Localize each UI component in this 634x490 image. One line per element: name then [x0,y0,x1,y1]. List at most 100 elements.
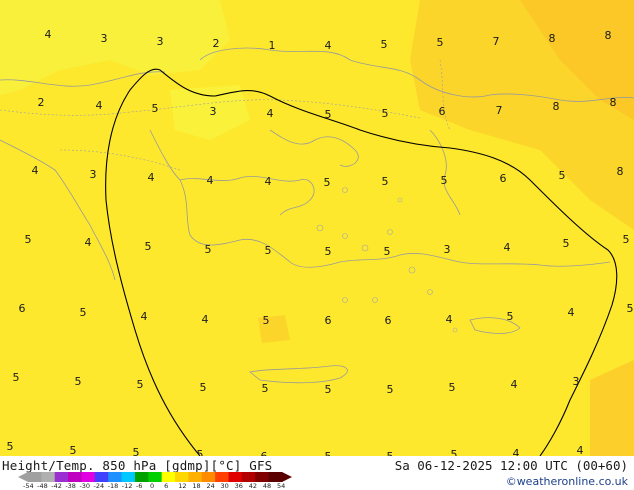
temperature-label: 3 [90,168,97,181]
scale-tick-label: 54 [277,482,286,490]
temperature-label: 5 [152,102,159,115]
temperature-label: 5 [382,175,389,188]
temperature-label: 4 [513,447,520,456]
temperature-label: 8 [610,96,617,109]
scale-swatch [201,472,216,482]
temperature-label: 5 [623,233,630,246]
temperature-label: 5 [437,36,444,49]
valid-time: Sa 06-12-2025 12:00 UTC (00+60) [394,458,628,473]
weather-map: 4 3 3 2 1 4 5 5 7 8 8 2 4 5 3 4 5 5 6 7 8 8 4 3 4 4 4 5 5 5 6 5 8 5 4 5 5 5 5 5… [0,0,634,456]
temperature-label: 5 [197,448,204,456]
temperature-label: 4 [202,313,209,326]
temperature-label: 5 [265,244,272,257]
scale-tick-label: 18 [192,482,201,490]
scale-swatch [68,472,82,482]
temperature-label: 5 [262,382,269,395]
temperature-label: 2 [38,96,45,109]
color-scale-bar [18,472,292,482]
scale-tick-label: -24 [93,482,105,490]
temperature-label: 7 [493,35,500,48]
temperature-label: 5 [382,107,389,120]
scale-tick-label: -12 [121,482,133,490]
temperature-label: 5 [200,381,207,394]
temperature-label: 5 [384,245,391,258]
temperature-label: 5 [70,444,77,456]
temperature-label: 5 [563,237,570,250]
scale-swatch [188,472,203,482]
temperature-label: 4 [446,313,453,326]
temperature-label: 5 [145,240,152,253]
temperature-label: 4 [148,171,155,184]
temperature-label: 2 [213,37,220,50]
scale-swatch [148,472,163,482]
temperature-label: 4 [207,174,214,187]
temperature-label: 5 [381,38,388,51]
temperature-label: 5 [263,314,270,327]
temperature-label: 5 [75,375,82,388]
scale-arrow-right [282,472,292,482]
temperature-label: 4 [504,241,511,254]
scale-tick-label: -30 [79,482,91,490]
temperature-label: 4 [265,175,272,188]
scale-swatch [108,472,123,482]
scale-tick-label: -42 [51,482,62,490]
scale-tick-label: -38 [65,482,76,490]
temperature-label: 4 [141,310,148,323]
scale-swatch [121,472,136,482]
scale-swatch [268,472,283,482]
scale-tick-label: -18 [107,482,119,490]
temperature-label: 8 [549,32,556,45]
scale-tick-label: 48 [262,482,272,490]
scale-tick-label: -54 [23,482,34,490]
temperature-label: 6 [385,314,392,327]
temperature-label: 4 [85,236,92,249]
map-title: Height/Temp. 850 hPa [gdmp][°C] GFS [2,458,273,473]
scale-swatch [28,472,42,482]
temperature-label: 5 [7,440,14,453]
scale-tick-label: 30 [220,482,229,490]
scale-swatch [161,472,176,482]
temperature-label: 8 [553,100,560,113]
temperature-label: 6 [439,105,446,118]
temperature-label: 3 [101,32,108,45]
scale-tick-label: 0 [150,482,155,490]
temperature-label: 5 [325,245,332,258]
temperature-label: 5 [13,371,20,384]
temperature-label: 5 [387,383,394,396]
scale-swatch [255,472,270,482]
temperature-label: 3 [210,105,217,118]
temperature-label: 5 [325,383,332,396]
scale-tick-label: 24 [206,482,215,490]
temperature-label: 4 [45,28,52,41]
map-canvas: 4 3 3 2 1 4 5 5 7 8 8 2 4 5 3 4 5 5 6 7 8 8 4 3 4 4 4 5 5 5 6 5 8 5 4 5 5 5 5 5… [0,0,634,456]
temperature-label: 4 [96,99,103,112]
scale-swatch [54,472,69,482]
scale-swatch [215,472,230,482]
temperature-label: 5 [324,176,331,189]
temperature-label: 5 [507,310,514,323]
scale-arrow-left [18,472,28,482]
temperature-label: 3 [573,375,580,388]
temperature-label: 5 [449,381,456,394]
credit-link[interactable]: ©weatheronline.co.uk [506,475,628,488]
scale-tick-label: 36 [234,482,243,490]
scale-swatch [94,472,109,482]
temperature-label: 4 [32,164,39,177]
temperature-label: 8 [617,165,624,178]
scale-swatch [228,472,243,482]
scale-tick-label: 6 [164,482,169,490]
scale-tick-label: -6 [135,482,143,490]
temperature-label: 4 [267,107,274,120]
temperature-label: 5 [137,378,144,391]
temperature-label: 5 [325,108,332,121]
temperature-label: 5 [441,174,448,187]
color-scale-ticks: -54 -48 -42 -38 -30 -24 -18 -12 -6 0 6 12 18 24 30 36 42… [16,482,316,490]
temperature-label: 4 [511,378,518,391]
temperature-label: 8 [605,29,612,42]
scale-swatch [175,472,189,482]
scale-swatch [241,472,256,482]
temperature-label: 3 [157,35,164,48]
temperature-label: 6 [325,314,332,327]
temperature-label: 5 [451,448,458,456]
temperature-label: 5 [205,243,212,256]
